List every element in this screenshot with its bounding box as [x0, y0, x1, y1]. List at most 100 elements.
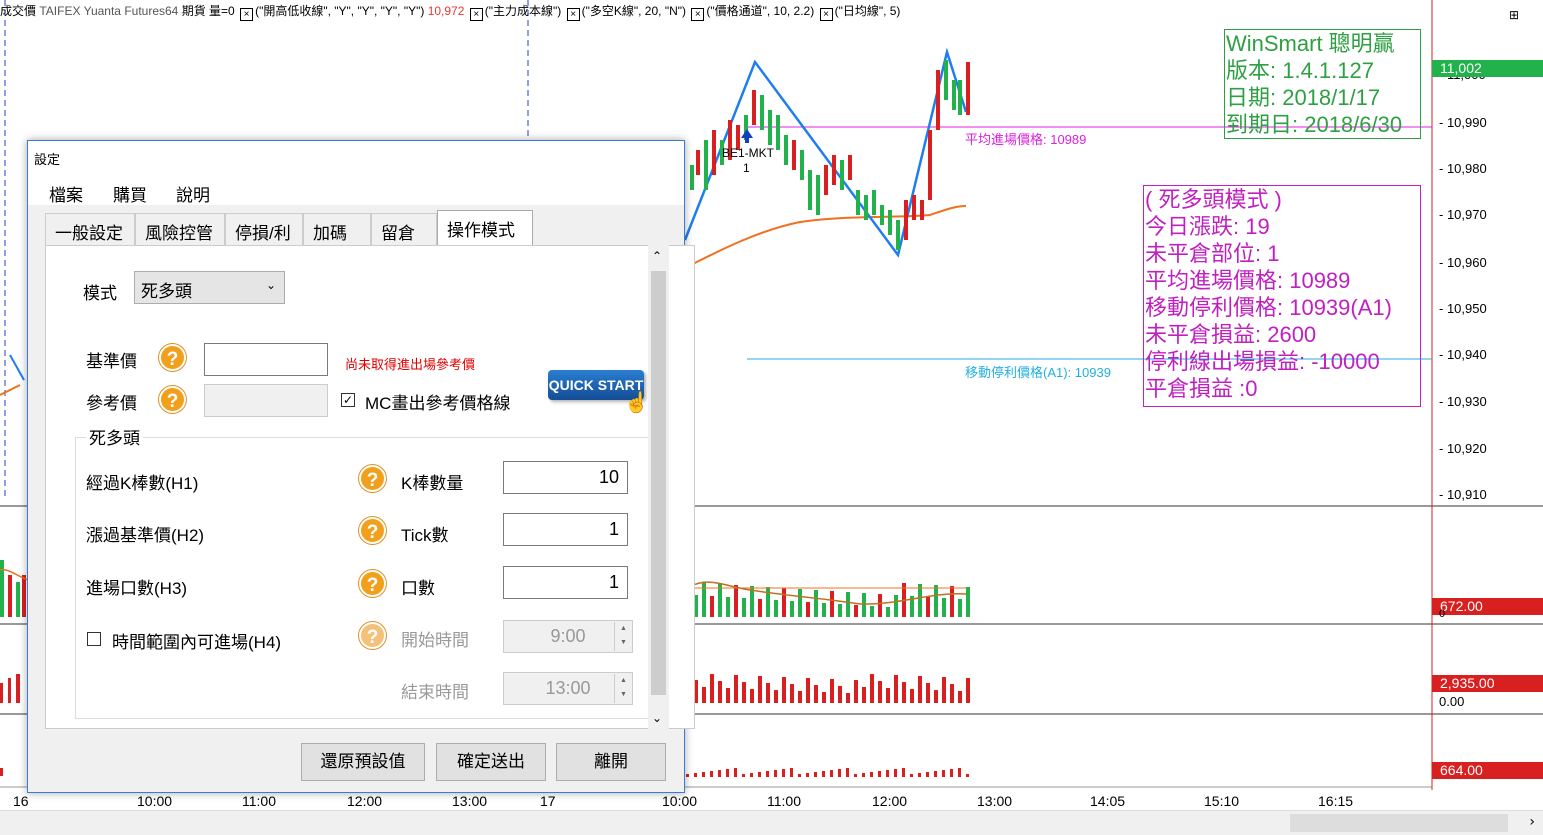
indicator-bar	[958, 691, 962, 703]
reset-defaults-button[interactable]: 還原預設值	[301, 743, 425, 781]
mode-info-box: ( 死多頭模式 ) 今日漲跌: 19 未平倉部位: 1 平均進場價格: 1098…	[1143, 185, 1421, 407]
h1-param-label: K棒數量	[401, 474, 464, 493]
volume-bar	[838, 604, 842, 617]
confirm-button[interactable]: 確定送出	[436, 743, 546, 781]
help-icon[interactable]: ?	[359, 465, 386, 492]
scroll-right-icon[interactable]: ›	[1529, 814, 1535, 830]
indicator3-tag: 664.00	[1432, 762, 1543, 779]
volume-bar	[814, 590, 818, 617]
help-icon[interactable]: ?	[359, 570, 386, 597]
price-tick: - 10,990	[1439, 115, 1487, 130]
volume-bar	[790, 601, 794, 617]
help-icon[interactable]: ?	[359, 517, 386, 544]
scroll-down-icon[interactable]: ⌄	[652, 711, 662, 725]
volume-bar	[822, 603, 826, 617]
volume-bar	[806, 602, 810, 617]
volume-bar	[894, 595, 898, 617]
tab-hold[interactable]: 留倉	[371, 213, 437, 245]
h2-label: 漲過基準價(H2)	[86, 526, 205, 545]
series-label: 成交價	[0, 4, 37, 18]
indicator-bar	[854, 774, 857, 777]
winsmart-date: 日期: 2018/1/17	[1226, 85, 1381, 110]
panel-scroll-thumb[interactable]	[651, 271, 666, 695]
indicator-label: ("開高低收線", "Y", "Y", "Y", "Y")	[255, 4, 425, 18]
horizontal-scrollbar[interactable]: ›	[0, 810, 1543, 835]
mc-draw-checkbox[interactable]: ✓	[341, 393, 355, 407]
candle	[896, 220, 900, 250]
indicator-bar	[934, 690, 938, 703]
h2-input[interactable]: 1	[503, 513, 628, 546]
tab-stop[interactable]: 停損/利	[225, 213, 303, 245]
tab-add[interactable]: 加碼	[303, 213, 371, 245]
indicator-bar	[758, 772, 761, 777]
indicator-bar	[918, 773, 921, 777]
end-time-input[interactable]: 13:00 ▲ ▼	[503, 672, 633, 705]
volume-bar	[878, 594, 882, 617]
h3-input[interactable]: 1	[503, 566, 628, 599]
exchange-label: TAIFEX	[39, 4, 81, 18]
start-time-input[interactable]: 9:00 ▲ ▼	[503, 620, 633, 653]
indicator-bar	[790, 684, 794, 703]
indicator-bar	[822, 771, 825, 777]
candle	[752, 90, 756, 125]
indicator-bar	[718, 681, 722, 703]
candle	[760, 95, 764, 130]
help-icon[interactable]: ?	[159, 386, 186, 413]
scroll-up-icon[interactable]: ⌃	[652, 249, 662, 263]
indicator-bar	[782, 677, 786, 703]
end-time-spinner[interactable]: ▲ ▼	[614, 674, 632, 703]
indicator-bar	[798, 691, 802, 703]
indicator2-zero-label: 0.00	[1439, 694, 1465, 709]
indicator-bar	[750, 689, 754, 703]
start-time-spinner[interactable]: ▲ ▼	[614, 622, 632, 651]
candle	[840, 160, 844, 190]
mode-line: 今日漲跌: 19	[1145, 214, 1270, 239]
price-tick: - 10,910	[1439, 487, 1487, 502]
tab-risk[interactable]: 風險控管	[135, 213, 225, 245]
indicator-bar	[830, 770, 833, 777]
candle	[872, 190, 876, 215]
time-tick: 11:00	[242, 793, 276, 809]
close-icon[interactable]: ×	[240, 8, 254, 21]
type-label: 期貨	[181, 4, 206, 18]
indicator-bar	[942, 770, 945, 777]
mode-line: 平均進場價格: 10989	[1145, 268, 1351, 293]
tab-operation-mode[interactable]: 操作模式	[437, 210, 533, 245]
time-tick: 16:15	[1318, 793, 1354, 809]
menu-buy[interactable]: 購買	[113, 181, 147, 206]
indicator-bar	[846, 693, 850, 703]
h1-input[interactable]: 10	[503, 461, 628, 494]
indicator-bar	[742, 682, 746, 703]
menu-help[interactable]: 說明	[176, 181, 210, 206]
volume-bar	[886, 607, 890, 617]
candle	[928, 130, 932, 200]
ref-price-input[interactable]	[204, 384, 328, 417]
candle	[952, 80, 956, 110]
indicator-bar	[806, 773, 809, 777]
menu-bar: 檔案 購買 說明	[28, 171, 684, 205]
close-icon[interactable]: ×	[566, 8, 580, 21]
scroll-thumb[interactable]	[1290, 814, 1508, 832]
exit-button[interactable]: 離開	[556, 743, 666, 781]
trade-label: BE1-MKT	[722, 146, 775, 160]
tab-general[interactable]: 一般設定	[45, 213, 135, 245]
help-icon[interactable]: ?	[359, 622, 386, 649]
base-price-input[interactable]	[204, 343, 328, 376]
candle	[936, 70, 940, 130]
volume-bar	[798, 589, 802, 617]
buy-arrow-icon	[741, 129, 753, 143]
close-icon[interactable]: ×	[819, 8, 833, 21]
close-icon[interactable]: ×	[691, 8, 705, 21]
indicator-bar	[734, 675, 738, 703]
indicator-bar	[854, 680, 858, 703]
indicator-bar	[846, 768, 849, 777]
last-price-tag: 11,002	[1432, 60, 1543, 77]
menu-file[interactable]: 檔案	[49, 181, 83, 206]
panel-toggle-icon[interactable]: ⊞	[1509, 8, 1519, 22]
h4-checkbox[interactable]	[87, 632, 101, 646]
close-icon[interactable]: ×	[469, 8, 483, 21]
help-icon[interactable]: ?	[159, 344, 186, 371]
mode-select[interactable]: 死多頭 ⌄	[134, 271, 285, 304]
indicator-bar	[758, 676, 762, 703]
panel-scrollbar[interactable]: ⌃ ⌄	[648, 245, 669, 729]
